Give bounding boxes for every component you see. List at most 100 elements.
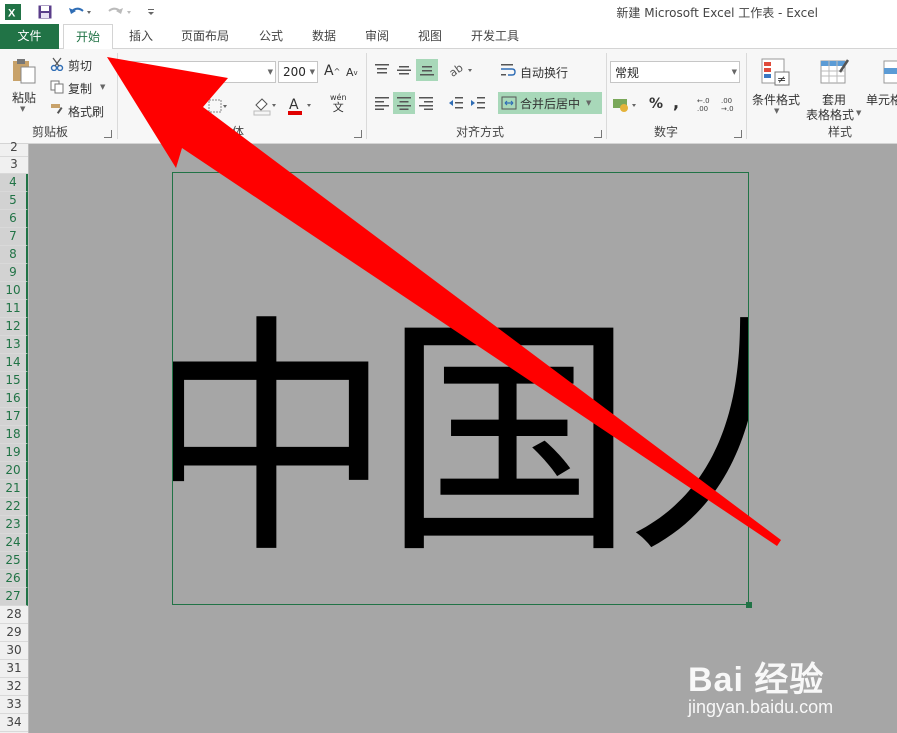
row-header[interactable]: 2: [0, 139, 28, 157]
comma-style-button[interactable]: ,: [673, 93, 679, 112]
font-color-icon[interactable]: A: [286, 95, 316, 117]
row-header[interactable]: 10: [0, 282, 28, 300]
row-header[interactable]: 4: [0, 174, 28, 192]
align-middle-icon[interactable]: [396, 61, 414, 79]
group-divider: [746, 53, 747, 139]
copy-button[interactable]: 复制: [68, 80, 92, 97]
picture-text: 中国人: [173, 295, 748, 588]
row-header[interactable]: 18: [0, 426, 28, 444]
row-header[interactable]: 15: [0, 372, 28, 390]
tab-page-layout[interactable]: 页面布局: [172, 24, 238, 49]
resize-handle[interactable]: [746, 602, 752, 608]
phonetic-guide-button[interactable]: wén 文: [330, 93, 347, 113]
styles-group-label: 样式: [827, 125, 852, 139]
wrap-text-button[interactable]: 自动换行: [520, 64, 568, 81]
row-header[interactable]: 26: [0, 570, 28, 588]
align-center-icon[interactable]: [393, 92, 415, 114]
font-size-dropdown-icon[interactable]: ▼: [310, 68, 315, 76]
font-launcher-icon[interactable]: [354, 130, 362, 138]
row-header[interactable]: 6: [0, 210, 28, 228]
orientation-icon[interactable]: ab: [448, 61, 478, 79]
tab-formulas[interactable]: 公式: [248, 24, 294, 49]
row-header[interactable]: 30: [0, 642, 28, 660]
row-header[interactable]: 9: [0, 264, 28, 282]
row-header[interactable]: 33: [0, 696, 28, 714]
clipboard-launcher-icon[interactable]: [104, 130, 112, 138]
merge-center-dropdown-icon[interactable]: ▼: [586, 99, 591, 107]
align-bottom-icon[interactable]: [416, 59, 438, 81]
copy-dropdown-icon[interactable]: ▼: [100, 83, 105, 91]
row-header[interactable]: 32: [0, 678, 28, 696]
font-name-dropdown-icon[interactable]: ▼: [268, 68, 273, 76]
format-painter-icon[interactable]: [50, 101, 66, 117]
conditional-formatting-icon[interactable]: ≠: [761, 57, 793, 87]
cell-styles-icon[interactable]: [880, 57, 897, 87]
tab-insert[interactable]: 插入: [118, 24, 164, 49]
row-header[interactable]: 3: [0, 156, 28, 174]
align-top-icon[interactable]: [374, 61, 392, 79]
conditional-formatting-dropdown-icon[interactable]: ▼: [774, 107, 779, 115]
row-header[interactable]: 24: [0, 534, 28, 552]
fill-color-icon[interactable]: [252, 95, 280, 117]
row-header[interactable]: 19: [0, 444, 28, 462]
format-painter-button[interactable]: 格式刷: [68, 103, 104, 120]
row-header[interactable]: 23: [0, 516, 28, 534]
tab-view[interactable]: 视图: [407, 24, 453, 49]
row-header[interactable]: 20: [0, 462, 28, 480]
paste-button[interactable]: 粘贴: [12, 89, 36, 106]
number-format-box[interactable]: 常规 ▼: [610, 61, 740, 83]
tab-developer[interactable]: 开发工具: [461, 24, 529, 49]
increase-indent-icon[interactable]: [470, 94, 488, 112]
number-format-dropdown-icon[interactable]: ▼: [732, 68, 737, 76]
row-header[interactable]: 29: [0, 624, 28, 642]
accounting-format-icon[interactable]: [612, 95, 642, 115]
row-header[interactable]: 8: [0, 246, 28, 264]
row-header[interactable]: 13: [0, 336, 28, 354]
row-header[interactable]: 12: [0, 318, 28, 336]
row-header[interactable]: 5: [0, 192, 28, 210]
cell-styles-button[interactable]: 单元格: [866, 91, 897, 108]
shrink-font-button[interactable]: Av: [346, 66, 358, 79]
font-name-box[interactable]: ▼: [126, 61, 276, 83]
conditional-formatting-button[interactable]: 条件格式: [752, 91, 800, 108]
format-as-table-label-2[interactable]: 表格格式: [806, 106, 854, 123]
tab-home[interactable]: 开始: [63, 24, 113, 50]
format-as-table-dropdown-icon[interactable]: ▼: [856, 109, 861, 117]
grow-font-button[interactable]: A ^: [324, 63, 340, 79]
font-size-box[interactable]: 200 ▼: [278, 61, 318, 83]
cut-icon[interactable]: [50, 56, 66, 72]
row-header[interactable]: 34: [0, 714, 28, 732]
tab-data[interactable]: 数据: [301, 24, 347, 49]
row-header[interactable]: 21: [0, 480, 28, 498]
tab-file[interactable]: 文件: [0, 24, 59, 49]
decrease-decimal-icon[interactable]: .00 →.0: [721, 95, 741, 113]
row-header[interactable]: 27: [0, 588, 28, 606]
alignment-launcher-icon[interactable]: [594, 130, 602, 138]
merge-center-button[interactable]: 合并后居中 ▼: [498, 92, 602, 114]
percent-style-button[interactable]: %: [649, 96, 663, 112]
watermark-url: jingyan.baidu.com: [688, 697, 834, 717]
row-header[interactable]: 25: [0, 552, 28, 570]
copy-icon[interactable]: [50, 79, 66, 95]
row-header[interactable]: 16: [0, 390, 28, 408]
number-launcher-icon[interactable]: [734, 130, 742, 138]
decrease-indent-icon[interactable]: [448, 94, 466, 112]
row-header[interactable]: 22: [0, 498, 28, 516]
row-header[interactable]: 14: [0, 354, 28, 372]
row-header[interactable]: 17: [0, 408, 28, 426]
align-left-icon[interactable]: [374, 94, 392, 112]
row-header[interactable]: 28: [0, 606, 28, 624]
row-header[interactable]: 11: [0, 300, 28, 318]
tab-review[interactable]: 审阅: [354, 24, 400, 49]
row-header[interactable]: 7: [0, 228, 28, 246]
paste-icon[interactable]: [10, 57, 40, 85]
align-right-icon[interactable]: [418, 94, 436, 112]
format-as-table-icon[interactable]: [820, 57, 852, 87]
wrap-text-icon[interactable]: [500, 61, 518, 79]
increase-decimal-icon[interactable]: ←.0.00: [697, 95, 717, 113]
cut-button[interactable]: 剪切: [68, 57, 92, 74]
inserted-picture[interactable]: 中国人: [172, 172, 749, 605]
paste-dropdown-icon[interactable]: ▼: [20, 105, 25, 113]
borders-icon[interactable]: [208, 97, 232, 117]
row-header[interactable]: 31: [0, 660, 28, 678]
